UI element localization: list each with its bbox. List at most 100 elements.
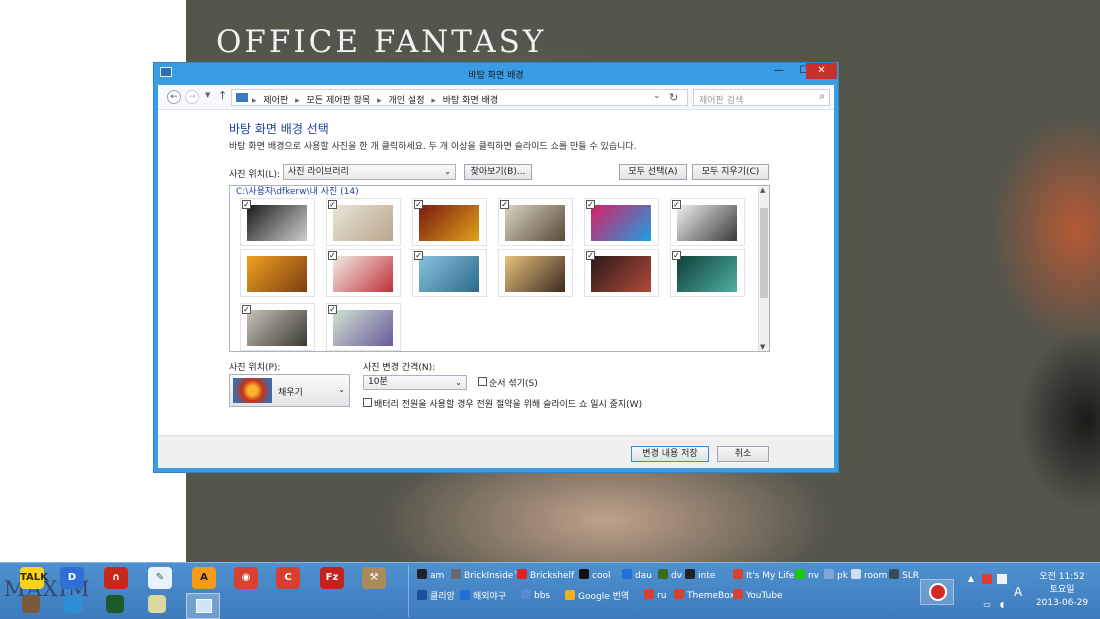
breadcrumb-item-personalization[interactable]: 개인 설정: [389, 96, 425, 106]
quicklink-item[interactable]: bbs: [521, 589, 550, 601]
photo-thumbnail[interactable]: ✓: [240, 303, 315, 351]
select-all-button[interactable]: 모두 선택(A): [619, 164, 687, 180]
tool-icon[interactable]: ⚒: [362, 567, 386, 589]
quicklink-item[interactable]: room: [851, 569, 887, 581]
minimize-button[interactable]: —: [766, 63, 792, 79]
photo-thumbnail[interactable]: ✓: [584, 249, 659, 297]
quicklink-item[interactable]: inte: [685, 569, 715, 581]
photo-checkbox[interactable]: ✓: [328, 200, 337, 209]
battery-pause-checkbox[interactable]: [363, 398, 372, 407]
browse-button[interactable]: 찾아보기(B)...: [464, 164, 532, 180]
breadcrumb-item-desktop-background[interactable]: 바탕 화면 배경: [443, 96, 498, 106]
quicklink-item[interactable]: ThemeBox: [674, 589, 735, 601]
back-arrow-icon[interactable]: ←: [167, 90, 181, 104]
quicklink-item[interactable]: 해외야구: [460, 589, 506, 602]
picture-position-select[interactable]: 채우기 ⌄: [229, 374, 350, 407]
filezilla-icon[interactable]: Fz: [320, 567, 344, 589]
photo-thumbnail[interactable]: ✓: [326, 198, 401, 246]
quicklink-item[interactable]: ru: [644, 589, 666, 601]
shuffle-label[interactable]: 순서 섞기(S): [489, 376, 538, 389]
photo-checkbox[interactable]: ✓: [328, 251, 337, 260]
system-clock[interactable]: 오전 11:52 토요일 2013-06-29: [1032, 571, 1092, 610]
photo-thumbnail[interactable]: ✓: [326, 249, 401, 297]
input-method-indicator[interactable]: A: [1014, 585, 1022, 599]
quicklink-item[interactable]: SLR: [889, 569, 919, 581]
photo-checkbox[interactable]: ✓: [242, 200, 251, 209]
scroll-up-icon[interactable]: ▲: [760, 186, 765, 194]
pen-icon[interactable]: ✎: [148, 567, 172, 589]
scroll-down-icon[interactable]: ▼: [760, 343, 765, 351]
save-changes-button[interactable]: 변경 내용 저장: [631, 446, 709, 462]
breadcrumb-item-control-panel[interactable]: 제어판: [263, 96, 288, 106]
battery-pause-label[interactable]: 배터리 전원을 사용할 경우 전원 절약을 위해 슬라이드 쇼 일시 중지(W): [374, 397, 642, 410]
kakaotalk-icon[interactable]: TALK: [20, 567, 48, 589]
change-interval-select[interactable]: 10분 ⌄: [363, 375, 467, 390]
avast-icon[interactable]: A: [192, 567, 216, 589]
quicklink-item[interactable]: dau: [622, 569, 652, 581]
photo-checkbox[interactable]: ✓: [414, 251, 423, 260]
quicklink-item[interactable]: am: [417, 569, 444, 581]
photo-checkbox[interactable]: ✓: [672, 200, 681, 209]
search-input[interactable]: 제어판 검색 ⌕: [693, 89, 830, 106]
breadcrumb-separator-icon[interactable]: ▸: [431, 96, 436, 106]
security-taskbar-button[interactable]: [920, 579, 954, 605]
photo-checkbox[interactable]: ✓: [586, 251, 595, 260]
breadcrumb-separator-icon[interactable]: ▸: [252, 96, 257, 106]
quicklink-item[interactable]: It's My Life: [733, 569, 794, 581]
control-panel-taskbar-button[interactable]: [186, 593, 220, 619]
photo-checkbox[interactable]: ✓: [672, 251, 681, 260]
photo-thumbnail[interactable]: ✓: [326, 303, 401, 351]
up-arrow-icon[interactable]: ↑: [218, 89, 227, 102]
daum-icon[interactable]: D: [60, 567, 84, 589]
taskbar-app-icon[interactable]: [22, 595, 40, 613]
photo-checkbox[interactable]: ✓: [242, 305, 251, 314]
taskbar-app-icon[interactable]: [106, 595, 124, 613]
breadcrumb-item-all-control-panel-items[interactable]: 모든 제어판 항목: [307, 96, 371, 106]
photo-checkbox[interactable]: ✓: [414, 200, 423, 209]
quicklink-item[interactable]: pk: [824, 569, 848, 581]
taskbar-app-icon[interactable]: [64, 595, 82, 613]
magnet-icon[interactable]: ∩: [104, 567, 128, 589]
cancel-button[interactable]: 취소: [717, 446, 769, 462]
photo-checkbox[interactable]: ✓: [586, 200, 595, 209]
quicklink-item[interactable]: Brickshelf: [517, 569, 574, 581]
quicklink-item[interactable]: cool: [579, 569, 610, 581]
close-button[interactable]: ✕: [806, 63, 837, 79]
chrome-icon[interactable]: ◉: [234, 567, 258, 589]
address-dropdown-icon[interactable]: ⌄: [653, 91, 661, 101]
quicklink-item[interactable]: 클리앙: [417, 589, 455, 602]
photo-thumbnail[interactable]: [240, 249, 315, 297]
picture-location-select[interactable]: 사진 라이브러리 ⌄: [283, 164, 456, 180]
photo-thumbnail[interactable]: ✓: [670, 198, 745, 246]
breadcrumb-separator-icon[interactable]: ▸: [377, 96, 382, 106]
photo-thumbnail[interactable]: ✓: [584, 198, 659, 246]
photo-thumbnail[interactable]: ✓: [412, 198, 487, 246]
tray-app-icon[interactable]: [982, 574, 992, 584]
show-hidden-icons-chevron-icon[interactable]: ▲: [966, 574, 976, 584]
quicklink-item[interactable]: YouTube: [733, 589, 783, 601]
volume-icon[interactable]: ◖: [997, 600, 1007, 610]
gallery-scrollbar[interactable]: ▲ ▼: [758, 186, 769, 351]
shuffle-checkbox[interactable]: [478, 377, 487, 386]
photo-checkbox[interactable]: ✓: [328, 305, 337, 314]
search-icon[interactable]: ⌕: [819, 91, 825, 102]
photo-thumbnail[interactable]: ✓: [670, 249, 745, 297]
window-titlebar[interactable]: 바탕 화면 배경 — ☐ ✕: [154, 63, 838, 84]
quicklink-item[interactable]: Google 번역: [565, 589, 629, 602]
breadcrumb-separator-icon[interactable]: ▸: [295, 96, 300, 106]
ccleaner-icon[interactable]: C: [276, 567, 300, 589]
photo-thumbnail[interactable]: ✓: [240, 198, 315, 246]
recent-locations-chevron-icon[interactable]: ▼: [205, 91, 210, 99]
photo-thumbnail[interactable]: ✓: [412, 249, 487, 297]
network-icon[interactable]: ▭: [982, 600, 992, 610]
quicklink-item[interactable]: BrickInside™: [451, 569, 522, 581]
clear-all-button[interactable]: 모두 지우기(C): [692, 164, 769, 180]
folder-group-header[interactable]: C:\사용자\dfkerw\내 사진 (14): [236, 186, 359, 197]
photo-thumbnail[interactable]: [498, 249, 573, 297]
quicklink-item[interactable]: nv: [795, 569, 819, 581]
photo-thumbnail[interactable]: ✓: [498, 198, 573, 246]
tray-flag-icon[interactable]: [997, 574, 1007, 584]
refresh-icon[interactable]: ↻: [669, 91, 678, 104]
address-bar[interactable]: ▸ 제어판 ▸ 모든 제어판 항목 ▸ 개인 설정 ▸ 바탕 화면 배경 ⌄ ↻: [231, 89, 688, 106]
scrollbar-thumb[interactable]: [760, 208, 768, 298]
